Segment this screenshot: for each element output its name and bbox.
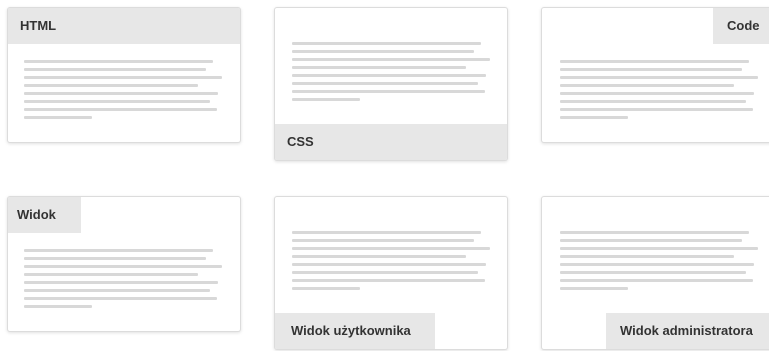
card-label: Widok użytkownika	[275, 313, 435, 349]
card-label: CSS	[275, 124, 507, 160]
placeholder-text-lines	[292, 42, 492, 112]
placeholder-text-lines	[24, 60, 224, 130]
placeholder-text-lines	[560, 231, 769, 301]
card-css[interactable]: CSS	[274, 7, 508, 161]
card-widok-uzytkownika[interactable]: Widok użytkownika	[274, 196, 508, 350]
card-label: Widok	[8, 197, 81, 233]
card-label: HTML	[8, 8, 240, 44]
card-code[interactable]: Code	[541, 7, 769, 143]
card-widok-administratora[interactable]: Widok administratora	[541, 196, 769, 350]
card-label: Code	[713, 8, 769, 44]
card-label: Widok administratora	[606, 313, 769, 349]
card-html[interactable]: HTML	[7, 7, 241, 143]
placeholder-text-lines	[292, 231, 492, 301]
placeholder-text-lines	[24, 249, 224, 319]
placeholder-text-lines	[560, 60, 769, 130]
card-widok[interactable]: Widok	[7, 196, 241, 332]
